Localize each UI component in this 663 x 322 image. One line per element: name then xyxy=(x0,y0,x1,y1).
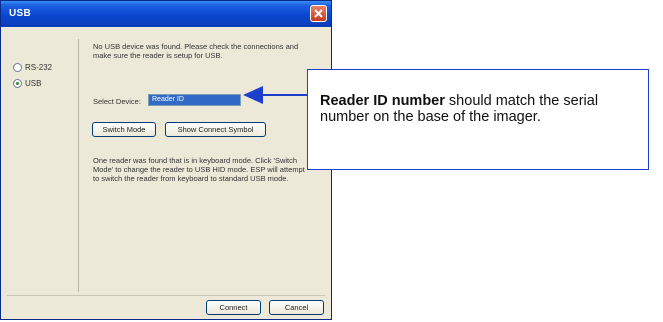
radio-label: USB xyxy=(25,79,42,88)
switch-mode-button[interactable]: Switch Mode xyxy=(92,122,156,137)
radio-rs232[interactable]: RS-232 xyxy=(13,63,52,72)
radio-circle[interactable] xyxy=(13,79,22,88)
window-title: USB xyxy=(9,8,32,19)
radio-usb[interactable]: USB xyxy=(13,79,41,88)
usb-dialog: USB RS-232 USB No USB device was found. … xyxy=(0,0,332,320)
device-value: Reader ID xyxy=(152,96,184,103)
keyboard-mode-message: One reader was found that is in keyboard… xyxy=(93,156,305,183)
cancel-button[interactable]: Cancel xyxy=(269,300,324,315)
callout-box: Reader ID number should match the serial… xyxy=(307,69,649,170)
show-connect-symbol-button[interactable]: Show Connect Symbol xyxy=(165,122,266,137)
close-button[interactable] xyxy=(310,5,327,22)
title-bar[interactable]: USB xyxy=(1,1,331,27)
close-icon xyxy=(314,9,323,18)
divider xyxy=(7,295,325,296)
callout-arrow xyxy=(243,86,307,104)
radio-label: RS-232 xyxy=(25,63,53,72)
connect-button[interactable]: Connect xyxy=(206,300,261,315)
info-message: No USB device was found. Please check th… xyxy=(93,42,299,60)
select-device-label: Select Device: xyxy=(93,97,141,106)
radio-circle[interactable] xyxy=(13,63,22,72)
callout-text: Reader ID number should match the serial… xyxy=(320,93,640,125)
callout-bold-text: Reader ID number xyxy=(320,93,445,109)
device-select[interactable]: Reader ID xyxy=(148,94,241,106)
interface-panel xyxy=(7,39,79,292)
